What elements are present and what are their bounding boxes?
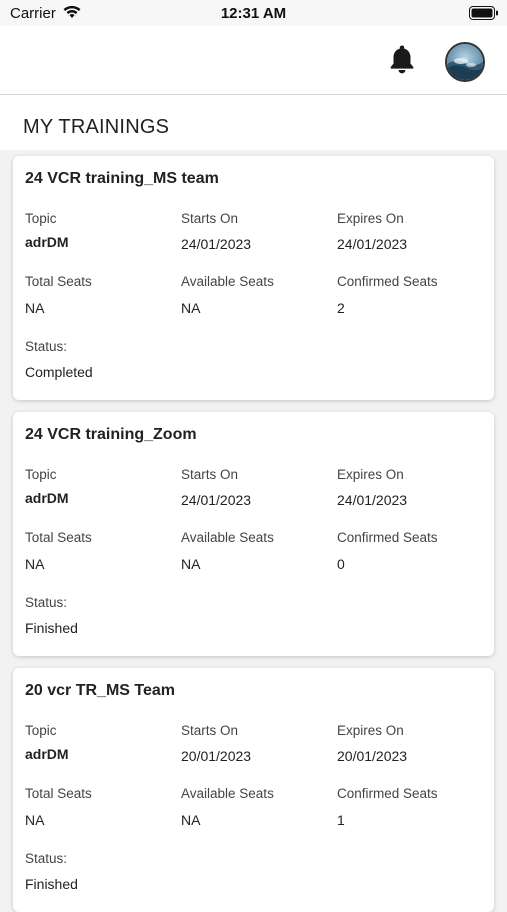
available-seats-value: NA (181, 556, 201, 572)
total-seats-label: Total Seats (25, 786, 92, 801)
app-header (0, 26, 507, 95)
expires-on-value: 24/01/2023 (337, 492, 408, 508)
training-card[interactable]: 20 vcr TR_MS Team Topic adrDM Starts On … (13, 668, 494, 912)
topic-label: Topic (25, 723, 57, 738)
available-seats-label: Available Seats (181, 530, 274, 545)
available-seats-label: Available Seats (181, 274, 274, 289)
confirmed-seats-value: 1 (337, 812, 345, 828)
total-seats-label: Total Seats (25, 274, 92, 289)
total-seats-label: Total Seats (25, 530, 92, 545)
available-seats-value: NA (181, 300, 201, 316)
training-title: 24 VCR training_Zoom (25, 426, 197, 443)
training-title: 24 VCR training_MS team (25, 170, 219, 187)
starts-on-label: Starts On (181, 467, 239, 482)
starts-on-value: 24/01/2023 (181, 236, 252, 252)
expires-on-label: Expires On (337, 211, 404, 226)
bell-icon[interactable] (388, 43, 416, 75)
training-card[interactable]: 24 VCR training_Zoom Topic adrDM Starts … (13, 412, 494, 656)
topic-value: adrDM (25, 234, 69, 250)
topic-value: adrDM (25, 490, 69, 506)
total-seats-value: NA (25, 556, 45, 572)
status-label: Status: (25, 851, 68, 866)
page-title-bar: MY TRAININGS (0, 95, 507, 150)
total-seats-value: NA (25, 300, 45, 316)
topic-label: Topic (25, 211, 57, 226)
status-value: Finished (25, 620, 78, 636)
starts-on-label: Starts On (181, 723, 239, 738)
status-label: Status: (25, 339, 68, 354)
status-time: 12:31 AM (220, 5, 287, 22)
confirmed-seats-label: Confirmed Seats (337, 530, 438, 545)
starts-on-label: Starts On (181, 211, 239, 226)
training-card[interactable]: 24 VCR training_MS team Topic adrDM Star… (13, 156, 494, 400)
expires-on-label: Expires On (337, 723, 404, 738)
expires-on-value: 24/01/2023 (337, 236, 408, 252)
available-seats-label: Available Seats (181, 786, 274, 801)
confirmed-seats-value: 0 (337, 556, 345, 572)
status-value: Completed (25, 364, 93, 380)
status-bar: Carrier 12:31 AM (0, 0, 507, 26)
starts-on-value: 24/01/2023 (181, 492, 252, 508)
status-label: Status: (25, 595, 68, 610)
expires-on-value: 20/01/2023 (337, 748, 408, 764)
page-title: MY TRAININGS (23, 116, 170, 138)
profile-avatar[interactable] (445, 42, 485, 82)
battery-icon (469, 6, 499, 25)
starts-on-value: 20/01/2023 (181, 748, 252, 764)
available-seats-value: NA (181, 812, 201, 828)
confirmed-seats-label: Confirmed Seats (337, 274, 438, 289)
expires-on-label: Expires On (337, 467, 404, 482)
topic-label: Topic (25, 467, 57, 482)
status-value: Finished (25, 876, 78, 892)
confirmed-seats-value: 2 (337, 300, 345, 316)
total-seats-value: NA (25, 812, 45, 828)
confirmed-seats-label: Confirmed Seats (337, 786, 438, 801)
topic-value: adrDM (25, 746, 69, 762)
training-title: 20 vcr TR_MS Team (25, 682, 175, 699)
